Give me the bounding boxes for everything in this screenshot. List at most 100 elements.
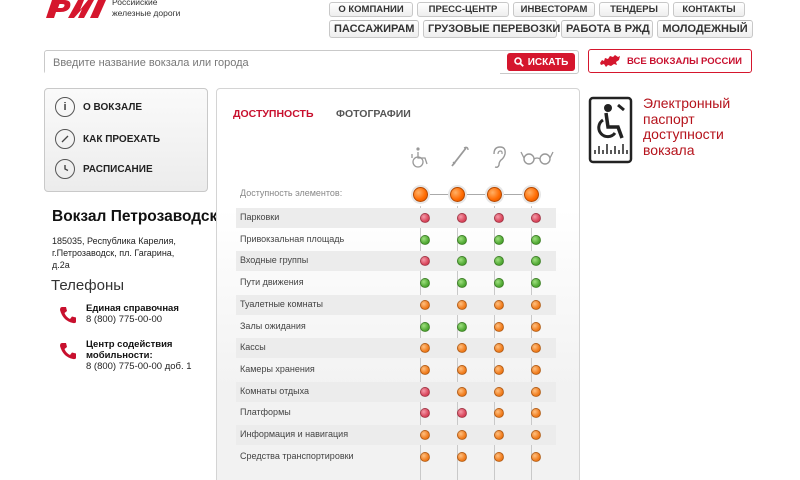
status-dot-orange[interactable]	[531, 430, 541, 440]
status-dot-red[interactable]	[420, 386, 430, 397]
passport-line: Электронный	[643, 95, 731, 111]
rzd-logo[interactable]: Российские железные дороги	[44, 0, 204, 24]
status-dot-green[interactable]	[494, 234, 504, 245]
nav-about[interactable]: О КОМПАНИИ	[329, 2, 413, 17]
search-input[interactable]	[45, 52, 500, 74]
status-dot-orange[interactable]	[494, 321, 504, 332]
status-dot-green[interactable]	[457, 321, 467, 332]
station-title: Вокзал Петрозаводск	[52, 208, 216, 225]
table-row: Входные группы	[236, 251, 556, 272]
tab-photos[interactable]: ФОТОГРАФИИ	[336, 108, 411, 120]
overall-status-dot[interactable]	[413, 187, 428, 202]
status-dot-orange[interactable]	[457, 451, 467, 462]
status-dot-orange[interactable]	[457, 364, 467, 375]
status-dot-orange[interactable]	[494, 386, 504, 397]
status-dot-green[interactable]	[494, 278, 504, 289]
status-dot-orange[interactable]	[420, 430, 430, 440]
status-dot-green[interactable]	[494, 256, 504, 267]
nav-jobs[interactable]: РАБОТА В РЖД	[561, 20, 653, 38]
phone-number[interactable]: 8 (800) 775-00-00	[86, 314, 162, 325]
russia-map-icon	[600, 55, 620, 67]
status-dot-orange[interactable]	[420, 343, 430, 354]
status-dot-orange[interactable]	[457, 430, 467, 440]
nav-tenders[interactable]: ТЕНДЕРЫ	[599, 2, 669, 17]
search-button-label: ИСКАТЬ	[527, 56, 569, 68]
tab-accessibility[interactable]: ДОСТУПНОСТЬ	[233, 108, 314, 120]
status-dot-orange[interactable]	[494, 299, 504, 310]
status-dot-orange[interactable]	[457, 386, 467, 397]
status-dot-red[interactable]	[420, 256, 430, 267]
status-dot-orange[interactable]	[531, 343, 541, 354]
table-row: Информация и навигация	[236, 425, 556, 445]
nav-press[interactable]: ПРЕСС-ЦЕНТР	[417, 2, 509, 17]
status-dot-orange[interactable]	[494, 451, 504, 462]
ear-icon	[493, 146, 506, 168]
nav-cargo[interactable]: ГРУЗОВЫЕ ПЕРЕВОЗКИ	[423, 20, 560, 38]
status-dot-orange[interactable]	[531, 408, 541, 419]
status-dot-orange[interactable]	[494, 343, 504, 354]
status-dot-green[interactable]	[457, 234, 467, 245]
status-dot-orange[interactable]	[420, 299, 430, 310]
logo-text-line1: Российские	[112, 0, 158, 7]
overall-status-dot[interactable]	[450, 187, 465, 202]
table-row: Туалетные комнаты	[236, 294, 556, 315]
status-dot-orange[interactable]	[420, 451, 430, 462]
phone-icon	[60, 307, 76, 324]
search-icon	[513, 57, 524, 67]
status-dot-orange[interactable]	[531, 299, 541, 310]
row-label: Камеры хранения	[240, 363, 315, 374]
phones-title: Телефоны	[51, 277, 125, 294]
status-dot-red[interactable]	[420, 213, 430, 223]
status-dot-orange[interactable]	[494, 430, 504, 440]
info-icon: i	[55, 97, 75, 117]
table-row: Залы ожидания	[236, 317, 556, 337]
station-menu: i О ВОКЗАЛЕ КАК ПРОЕХАТЬ РАСПИСАНИЕ	[44, 88, 208, 192]
search-button[interactable]: ИСКАТЬ	[507, 53, 575, 71]
main-nav: ПАССАЖИРАМ ГРУЗОВЫЕ ПЕРЕВОЗКИ РАБОТА В Р…	[329, 20, 753, 38]
nav-contacts[interactable]: КОНТАКТЫ	[673, 2, 745, 17]
accessibility-passport-link[interactable]: Электронный паспорт доступности вокзала	[588, 95, 753, 166]
status-dot-orange[interactable]	[457, 299, 467, 310]
status-dot-green[interactable]	[420, 278, 430, 289]
status-dot-red[interactable]	[531, 213, 541, 223]
row-label: Парковки	[240, 212, 280, 222]
rzd-logo-mark	[46, 0, 106, 18]
address-line: 185035, Республика Карелия,	[52, 236, 176, 246]
menu-item-about[interactable]: i О ВОКЗАЛЕ	[55, 97, 142, 117]
status-dot-green[interactable]	[531, 234, 541, 245]
menu-item-schedule[interactable]: РАСПИСАНИЕ	[55, 159, 153, 179]
all-stations-button[interactable]: ВСЕ ВОКЗАЛЫ РОССИИ	[588, 49, 752, 73]
status-dot-orange[interactable]	[457, 343, 467, 354]
menu-item-directions[interactable]: КАК ПРОЕХАТЬ	[55, 129, 160, 149]
nav-youth[interactable]: МОЛОДЕЖНЫЙ	[657, 20, 753, 38]
status-dot-green[interactable]	[531, 256, 541, 267]
table-row: Платформы	[236, 403, 556, 423]
status-dot-green[interactable]	[420, 234, 430, 245]
status-dot-orange[interactable]	[494, 408, 504, 419]
overall-status-dot[interactable]	[524, 187, 539, 202]
menu-item-label: КАК ПРОЕХАТЬ	[83, 133, 161, 145]
status-dot-orange[interactable]	[531, 321, 541, 332]
overall-status-dot[interactable]	[487, 187, 502, 202]
status-dot-orange[interactable]	[531, 386, 541, 397]
phone-number[interactable]: 8 (800) 775-00-00 доб. 1	[86, 361, 192, 372]
status-dot-orange[interactable]	[531, 364, 541, 375]
status-dot-green[interactable]	[420, 321, 430, 332]
phone-item-info: Единая справочная 8 (800) 775-00-00	[58, 303, 179, 325]
status-dot-orange[interactable]	[494, 364, 504, 375]
status-dot-green[interactable]	[457, 256, 467, 267]
nav-investors[interactable]: ИНВЕСТОРАМ	[513, 2, 595, 17]
logo-text-line2: железные дороги	[112, 8, 181, 18]
status-dot-green[interactable]	[531, 278, 541, 289]
status-dot-red[interactable]	[457, 213, 467, 223]
nav-passengers[interactable]: ПАССАЖИРАМ	[329, 20, 419, 38]
status-dot-red[interactable]	[420, 408, 430, 419]
status-dot-red[interactable]	[494, 213, 504, 223]
status-dot-green[interactable]	[457, 278, 467, 289]
passport-line: вокзала	[643, 141, 695, 158]
row-label: Привокзальная площадь	[240, 233, 345, 244]
status-dot-red[interactable]	[457, 408, 467, 419]
status-dot-orange[interactable]	[531, 451, 541, 462]
status-dot-orange[interactable]	[420, 364, 430, 375]
glasses-icon	[520, 151, 554, 165]
